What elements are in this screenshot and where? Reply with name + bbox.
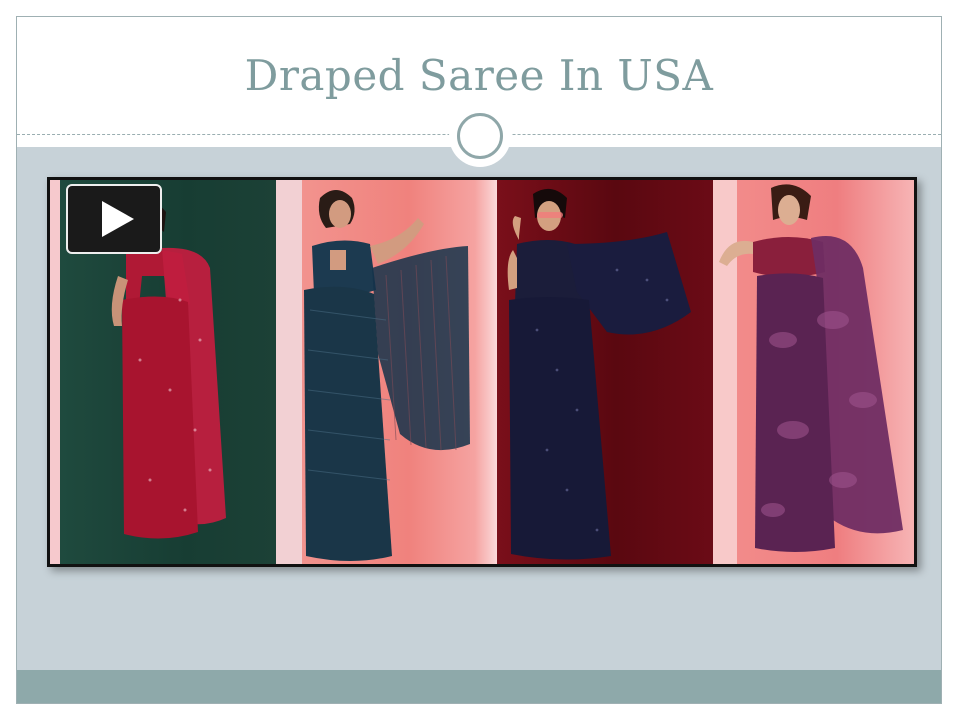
- photo-panel-purple-saree: [713, 180, 914, 564]
- play-icon: [102, 201, 134, 237]
- slide: Draped Saree In USA: [16, 16, 942, 704]
- purple-saree-figure: [719, 184, 903, 552]
- footer-band: [17, 670, 941, 703]
- circle-ornament-icon: [457, 113, 503, 159]
- saree-photo-strip: [47, 177, 917, 567]
- teal-saree-figure: [304, 190, 470, 561]
- slide-title: Draped Saree In USA: [244, 51, 714, 100]
- video-play-button[interactable]: [66, 184, 162, 254]
- navy-saree-figure: [507, 188, 691, 560]
- photo-panel-navy-saree: [497, 180, 713, 564]
- photo-panel-teal-saree: [276, 180, 497, 564]
